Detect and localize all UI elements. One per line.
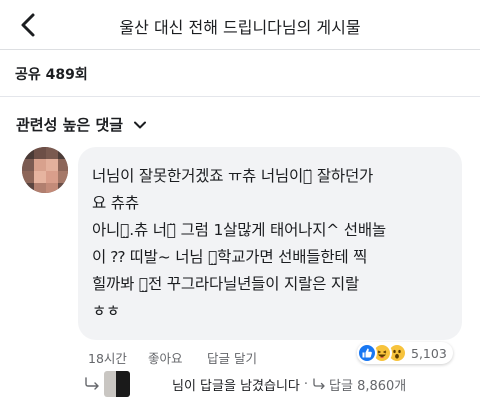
separator-dot: · (303, 376, 309, 392)
comment-line: 요 츄츄 (92, 194, 139, 212)
comment-line: 너님이 잘못한거겠죠 ㅠ츄 너님이ㄴ̈ 잘하던가 (92, 167, 374, 185)
comment-sort-label: 관련성 높은 댓글 (16, 116, 124, 134)
view-replies-link[interactable]: 님이 답글을 남겼습니다 · 답글 8,860개 (84, 371, 406, 397)
chevron-down-icon (134, 121, 147, 128)
page-title: 울산 대신 전해 드립니다님의 게시물 (119, 18, 361, 37)
reply-count-icon (313, 378, 325, 390)
comment-bubble[interactable]: 너님이 잘못한거겠죠 ㅠ츄 너님이ㄴ̈ 잘하던가요 츄츄아니ㄴ̤.츄 너ㄱ̈ 그… (78, 147, 462, 340)
comment-text: 너님이 잘못한거겠죠 ㅠ츄 너님이ㄴ̈ 잘하던가요 츄츄아니ㄴ̤.츄 너ㄱ̈ 그… (92, 163, 450, 325)
comment-timestamp[interactable]: 18시간 (88, 348, 127, 367)
reply-preview-text: 님이 답글을 남겼습니다 (172, 378, 300, 394)
comment-sort-dropdown[interactable]: 관련성 높은 댓글 (16, 114, 147, 135)
divider (0, 96, 480, 97)
share-count[interactable]: 공유 489회 (15, 64, 88, 84)
comment-line: 아니ㄴ̤.츄 너ㄱ̈ 그럼 1살많게 태어나지^ 선배놀 (92, 221, 386, 239)
comment-line: ㅎㅎ (92, 302, 121, 320)
like-reaction-icon (357, 343, 377, 363)
comment-line: 이 ⁇ 띠발~ 너님 중̤학교가면 선배들한테 찍 (92, 248, 368, 266)
reply-arrow-icon (85, 377, 99, 390)
reactions-summary[interactable]: 5,103 (357, 342, 453, 364)
redacted-name (130, 373, 166, 395)
commenter-avatar[interactable] (22, 147, 68, 193)
reply-author-avatar (104, 371, 130, 397)
comment-line: 힐까봐 와̤전 꾸그라다닐년들이 지랄은 지랄 (92, 275, 360, 293)
reply-button[interactable]: 답글 달기 (207, 348, 257, 367)
like-button[interactable]: 좋아요 (148, 348, 183, 367)
top-bar: 울산 대신 전해 드립니다님의 게시물 (0, 0, 480, 50)
reaction-count: 5,103 (411, 345, 447, 361)
reply-count: 답글 8,860개 (329, 378, 407, 394)
